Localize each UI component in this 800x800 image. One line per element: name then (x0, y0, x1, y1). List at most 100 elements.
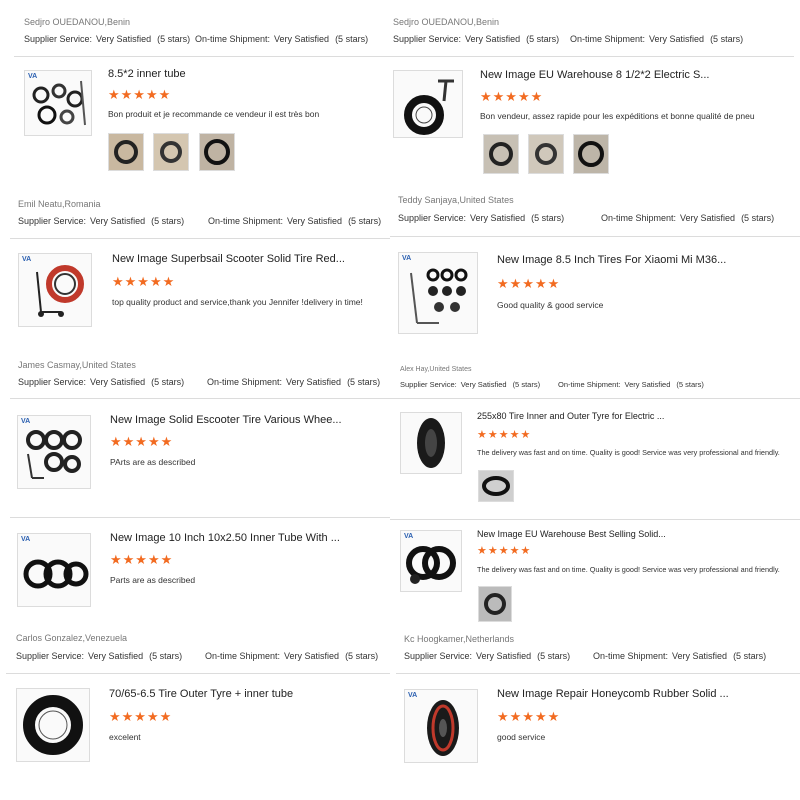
review-photo[interactable] (108, 133, 144, 171)
review-comment: Good quality & good service (497, 300, 604, 310)
review-photo[interactable] (199, 133, 235, 171)
product-title[interactable]: New Image EU Warehouse Best Selling Soli… (477, 529, 787, 539)
product-title[interactable]: New Image 8.5 Inch Tires For Xiaomi Mi M… (497, 254, 787, 266)
product-image[interactable]: VA (24, 70, 92, 136)
divider (6, 673, 390, 674)
product-image[interactable] (16, 688, 90, 762)
divider (396, 673, 800, 674)
divider (14, 56, 390, 57)
tire-photo-icon (574, 135, 608, 173)
review-photo[interactable] (573, 134, 609, 174)
reviewer-name: Emil Neatu,Romania (18, 199, 101, 209)
review-photo[interactable] (478, 586, 512, 622)
review-photo[interactable] (528, 134, 564, 174)
red-tire-scooter-icon (36, 265, 84, 317)
supplier-service-rating: Supplier Service: Very Satisfied (5 stars) (398, 213, 564, 223)
ontime-shipment-stars: (5 stars) (710, 34, 744, 44)
star-rating: ★★★★★ (477, 545, 532, 557)
product-title[interactable]: New Image Superbsail Scooter Solid Tire … (112, 253, 382, 265)
product-image[interactable] (393, 70, 463, 138)
ontime-shipment-label: On-time Shipment: (593, 651, 669, 661)
ontime-shipment-rating: On-time Shipment: Very Satisfied (5 stars) (601, 213, 774, 223)
brand-logo-icon: VA (402, 255, 412, 262)
star-rating: ★★★★★ (108, 87, 172, 102)
product-title[interactable]: New Image Repair Honeycomb Rubber Solid … (497, 688, 787, 700)
reviewer-name: Sedjro OUEDANOU,Benin (393, 17, 500, 27)
ontime-shipment-stars: (5 stars) (347, 377, 381, 387)
review-photo[interactable] (483, 134, 519, 174)
ontime-shipment-value: Very Satisfied (649, 34, 705, 44)
ontime-shipment-rating: On-time Shipment: Very Satisfied (5 stars) (195, 34, 368, 44)
supplier-service-stars: (5 stars) (526, 34, 560, 44)
supplier-service-value: Very Satisfied (465, 34, 521, 44)
divider (390, 56, 794, 57)
review-photo[interactable] (478, 470, 514, 502)
product-title[interactable]: 255x80 Tire Inner and Outer Tyre for Ele… (477, 411, 787, 421)
brand-logo-icon: VA (404, 533, 414, 540)
review-comment: Bon vendeur, assez rapide pour les expéd… (480, 111, 755, 121)
supplier-service-stars: (5 stars) (151, 216, 185, 226)
ontime-shipment-label: On-time Shipment: (205, 651, 281, 661)
brand-logo-icon: VA (21, 536, 31, 543)
ontime-shipment-rating: On-time Shipment: Very Satisfied (5 stars) (558, 380, 704, 389)
ontime-shipment-value: Very Satisfied (624, 380, 671, 389)
ontime-shipment-rating: On-time Shipment: Very Satisfied (5 stars) (593, 651, 766, 661)
divider (10, 398, 390, 399)
ontime-shipment-value: Very Satisfied (672, 651, 728, 661)
supplier-service-value: Very Satisfied (460, 380, 507, 389)
reviewer-name: Carlos Gonzalez,Venezuela (16, 633, 128, 643)
supplier-service-value: Very Satisfied (476, 651, 532, 661)
ontime-shipment-value: Very Satisfied (274, 34, 330, 44)
supplier-service-rating: Supplier Service: Very Satisfied (5 stars) (24, 34, 190, 44)
divider (390, 519, 800, 520)
reviewer-name: Alex Hay,United States (400, 366, 472, 373)
divider (390, 398, 800, 399)
supplier-service-stars: (5 stars) (512, 380, 541, 389)
review-comment: excelent (109, 732, 141, 742)
supplier-service-rating: Supplier Service: Very Satisfied (5 stars) (16, 651, 182, 661)
reviewer-name: Sedjro OUEDANOU,Benin (24, 17, 131, 27)
product-title[interactable]: 8.5*2 inner tube (108, 68, 378, 80)
supplier-service-stars: (5 stars) (149, 651, 183, 661)
product-image[interactable]: VA (404, 689, 478, 763)
review-comment: The delivery was fast and on time. Quali… (477, 565, 780, 574)
product-image[interactable]: VA (17, 533, 91, 607)
solid-tires-icon (26, 430, 82, 479)
ontime-shipment-rating: On-time Shipment: Very Satisfied (5 stars) (205, 651, 378, 661)
tire-photo-icon (109, 134, 143, 170)
ontime-shipment-value: Very Satisfied (680, 213, 736, 223)
ontime-shipment-label: On-time Shipment: (601, 213, 677, 223)
product-title[interactable]: New Image Solid Escooter Tire Various Wh… (110, 414, 380, 426)
product-image[interactable] (400, 412, 462, 474)
supplier-service-label: Supplier Service: (398, 213, 467, 223)
star-rating: ★★★★★ (109, 709, 173, 724)
brand-logo-icon: VA (22, 256, 32, 263)
brand-logo-icon: VA (408, 692, 418, 699)
supplier-service-label: Supplier Service: (24, 34, 93, 44)
supplier-service-value: Very Satisfied (470, 213, 526, 223)
product-title[interactable]: 70/65-6.5 Tire Outer Tyre + inner tube (109, 688, 379, 700)
product-image[interactable]: VA (18, 253, 92, 327)
ontime-shipment-stars: (5 stars) (676, 380, 704, 389)
tires-set-icon (410, 268, 468, 324)
ontime-shipment-value: Very Satisfied (287, 216, 343, 226)
ontime-shipment-rating: On-time Shipment: Very Satisfied (5 stars) (207, 377, 380, 387)
star-rating: ★★★★★ (112, 274, 176, 289)
product-title[interactable]: New Image 10 Inch 10x2.50 Inner Tube Wit… (110, 532, 380, 544)
honeycomb-tire-icon (427, 700, 459, 756)
divider (10, 238, 390, 239)
product-title[interactable]: New Image EU Warehouse 8 1/2*2 Electric … (480, 69, 780, 81)
product-image[interactable]: VA (400, 530, 462, 592)
supplier-service-stars: (5 stars) (537, 651, 571, 661)
product-image[interactable]: VA (398, 252, 478, 334)
tire-photo-icon (200, 134, 234, 170)
supplier-service-value: Very Satisfied (96, 34, 152, 44)
divider (10, 517, 390, 518)
supplier-service-stars: (5 stars) (157, 34, 191, 44)
product-image[interactable]: VA (17, 415, 91, 489)
tire-photo-icon (479, 471, 513, 501)
supplier-service-stars: (5 stars) (151, 377, 185, 387)
star-rating: ★★★★★ (110, 434, 174, 449)
review-photo[interactable] (153, 133, 189, 171)
ontime-shipment-stars: (5 stars) (741, 213, 775, 223)
